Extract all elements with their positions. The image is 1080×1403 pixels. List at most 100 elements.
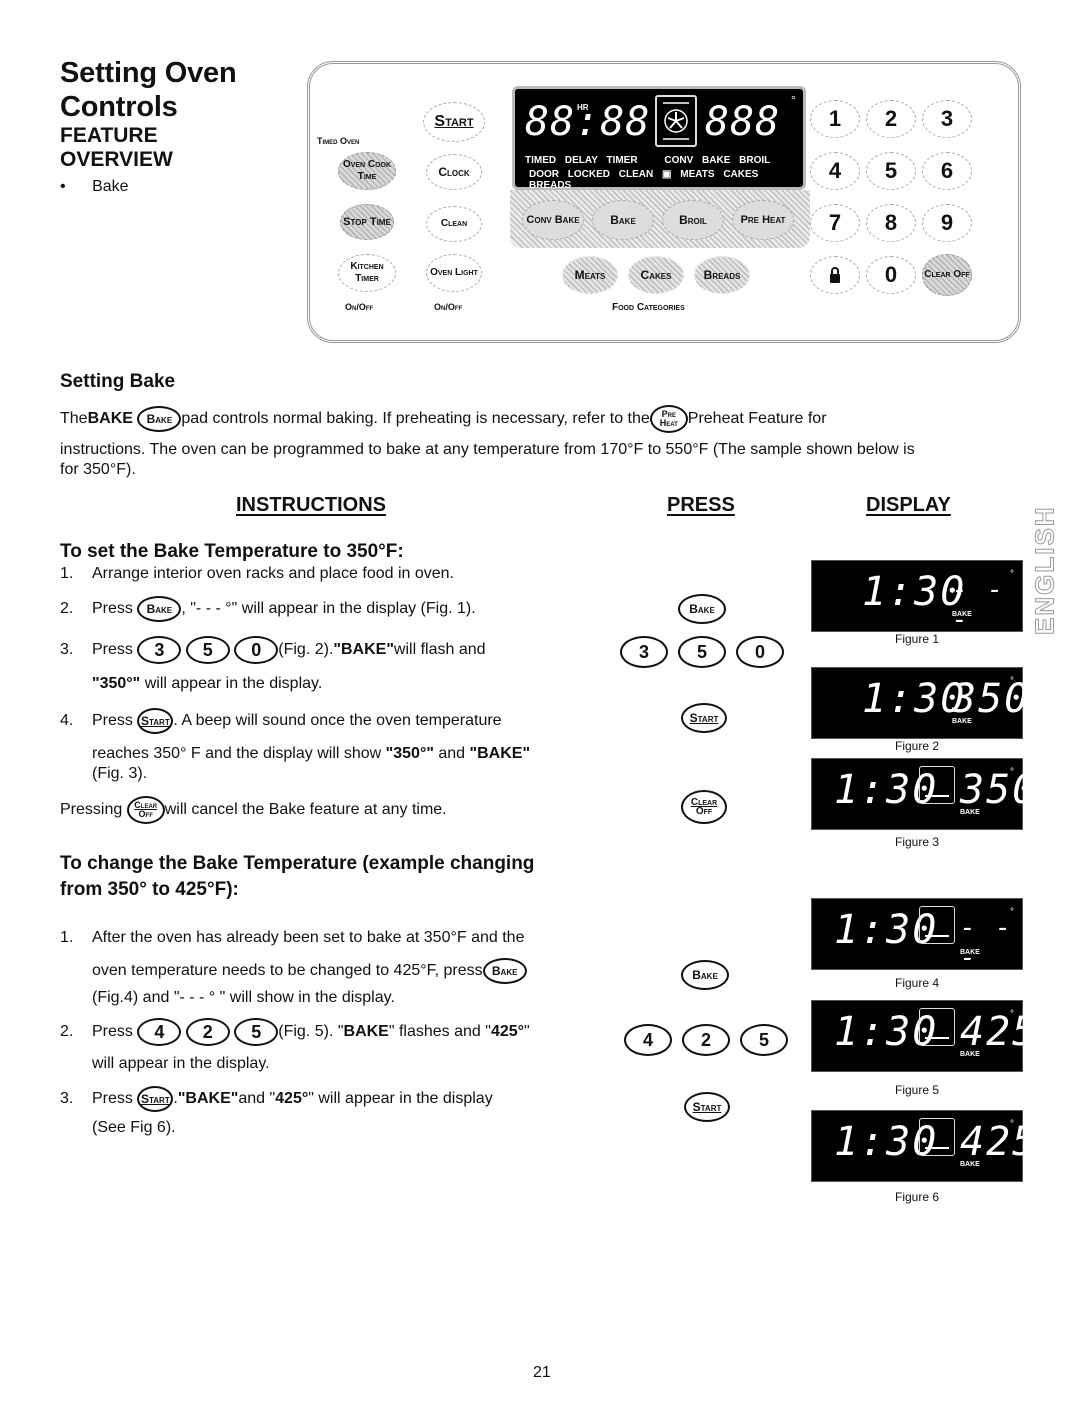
display-mode-label: BAKE <box>960 949 980 956</box>
bold: 425° <box>275 1090 309 1107</box>
display-temperature: 350 <box>952 676 1031 722</box>
start-pad[interactable]: Start <box>423 102 485 142</box>
keypad-9[interactable]: 9 <box>922 204 972 242</box>
broil-pad[interactable]: Broil <box>662 200 724 240</box>
oven-cook-time-label: Oven Cook Time <box>342 159 392 182</box>
step-4-cont: reaches 350° F and the display will show… <box>60 744 600 764</box>
oven-status-box-icon <box>919 1118 955 1156</box>
lcd-temp-digits: 888 <box>705 99 781 145</box>
bold: "BAKE" <box>469 745 531 762</box>
text: , "- - - °" will appear in the display (… <box>181 600 476 617</box>
paragraph-line-3: for 350°F). <box>60 461 136 478</box>
lcd-lock-icon: ▣ <box>662 169 672 180</box>
key-label: 5 <box>758 1029 769 1050</box>
text: Press <box>92 1090 133 1107</box>
ann-broil: BROIL <box>739 155 771 166</box>
step-1: 1. Arrange interior oven racks and place … <box>60 564 600 584</box>
display-degree: ° <box>1010 767 1014 778</box>
oven-light-pad[interactable]: Oven Light <box>426 254 482 292</box>
display-degree: ° <box>1010 676 1014 687</box>
breads-pad[interactable]: Breads <box>694 256 750 294</box>
text: will appear in the display. <box>140 675 323 692</box>
step-2: 2. Press Bake , "- - - °" will appear in t… <box>60 596 600 622</box>
page-title: Setting Oven Controls <box>60 56 237 124</box>
cakes-pad[interactable]: Cakes <box>628 256 684 294</box>
ann-bake: BAKE <box>702 155 731 166</box>
key-label: 2 <box>202 1021 213 1042</box>
key-0-icon: 0 <box>234 636 279 664</box>
keypad-clear-off[interactable]: Clear Off <box>922 254 972 296</box>
heading-line-1: To change the Bake Temperature (example … <box>60 853 535 874</box>
display-column-header: DISPLAY <box>866 494 951 516</box>
keypad-8[interactable]: 8 <box>866 204 916 242</box>
clock-pad[interactable]: Clock <box>426 154 482 190</box>
display-degree: ° <box>1010 1119 1014 1130</box>
keypad-7[interactable]: 7 <box>810 204 860 242</box>
text: oven temperature needs to be changed to … <box>92 962 483 979</box>
keypad-lock[interactable] <box>810 256 860 294</box>
broil-label: Broil <box>679 213 707 227</box>
subtitle-line-2: OVERVIEW <box>60 148 173 171</box>
food-categories-label: Food Categories <box>612 302 685 313</box>
keypad-5[interactable]: 5 <box>866 152 916 190</box>
keypad-2[interactable]: 2 <box>866 100 916 138</box>
clock-label: Clock <box>438 165 470 179</box>
bake-label: Bake <box>610 213 636 227</box>
step-1-cont2: (Fig.4) and "- - - ° " will show in the … <box>92 989 395 1006</box>
keypad-1[interactable]: 1 <box>810 100 860 138</box>
text: will flash and <box>393 641 486 658</box>
key-label: Clear Off <box>134 801 157 819</box>
keypad-0[interactable]: 0 <box>866 256 916 294</box>
figure-4-display: 1:30- - - ° BAKE <box>811 898 1023 973</box>
key-label: Start <box>140 713 170 728</box>
section2-steps: 1. After the oven has already been set to… <box>60 928 620 1138</box>
key-label: 3 <box>154 639 165 660</box>
stop-time-label: Stop Time <box>343 216 391 228</box>
figure-caption: Figure 5 <box>894 1083 940 1097</box>
press-bake-key-icon-2: Bake <box>681 960 729 990</box>
keypad-9-label: 9 <box>940 210 954 235</box>
page-number: 21 <box>533 1364 551 1381</box>
keypad-4[interactable]: 4 <box>810 152 860 190</box>
press-key-3-icon: 3 <box>620 636 668 668</box>
stop-time-pad[interactable]: Stop Time <box>340 204 394 240</box>
step-3: 3. Press Start. "BAKE" and " 425° " will ap… <box>60 1086 620 1112</box>
press-key-4-icon: 4 <box>624 1024 672 1056</box>
title-line-1: Setting Oven <box>60 57 237 89</box>
keypad-6[interactable]: 6 <box>922 152 972 190</box>
text: Press <box>92 712 133 729</box>
press-clear-off-key-icon: Clear Off <box>681 790 727 824</box>
keypad-3[interactable]: 3 <box>922 100 972 138</box>
text: The <box>60 410 88 427</box>
kitchen-timer-pad[interactable]: Kitchen Timer <box>338 254 396 292</box>
keypad-1-label: 1 <box>828 106 842 131</box>
timed-oven-label: Timed Oven <box>317 136 360 146</box>
text: Press <box>92 600 133 617</box>
display-temperature: - - - <box>952 575 1005 635</box>
text: Press <box>92 1023 133 1040</box>
step-1-cont: oven temperature needs to be changed to … <box>60 958 620 984</box>
bold: "BAKE" <box>333 641 394 658</box>
step-num: 3. <box>60 641 74 658</box>
oven-status-box-icon <box>919 1008 955 1046</box>
language-side-tab: ENGLISH <box>1029 505 1060 636</box>
keypad-7-label: 7 <box>828 210 842 235</box>
preheat-key-icon: Pre Heat <box>649 405 688 433</box>
bold: "350°" <box>385 745 434 762</box>
meats-pad[interactable]: Meats <box>562 256 618 294</box>
bake-pad[interactable]: Bake <box>592 200 654 240</box>
preheat-pad[interactable]: Pre Heat <box>732 200 794 240</box>
breads-label: Breads <box>703 268 741 282</box>
press-key-5-icon: 5 <box>740 1024 788 1056</box>
key-label: 5 <box>251 1021 262 1042</box>
cancel-note: Pressing Clear Off will cancel the Bake f… <box>60 796 600 824</box>
display-mode-label: BAKE <box>960 1051 980 1058</box>
lcd-annunciators-row1: TIMED DELAY TIMER CONV BAKE BROIL <box>525 155 770 166</box>
clean-pad[interactable]: Clean <box>426 206 482 242</box>
text: (Fig. 2). <box>278 641 334 658</box>
oven-cook-time-pad[interactable]: Oven Cook Time <box>338 152 396 190</box>
paragraph-line-2: instructions. The oven can be programmed… <box>60 441 915 458</box>
conv-bake-pad[interactable]: Conv Bake <box>522 200 584 240</box>
key-label: 2 <box>700 1029 711 1050</box>
ann-breads: BREADS <box>529 180 572 191</box>
